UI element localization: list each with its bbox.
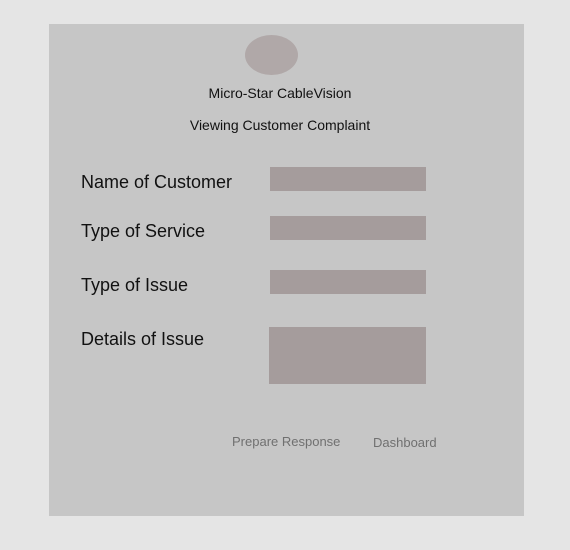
page-title: Viewing Customer Complaint xyxy=(189,117,371,133)
prepare-response-button[interactable]: Prepare Response xyxy=(232,434,340,449)
dashboard-button[interactable]: Dashboard xyxy=(373,435,437,450)
type-of-service-field[interactable] xyxy=(270,216,426,240)
type-of-issue-field[interactable] xyxy=(270,270,426,294)
type-of-issue-label: Type of Issue xyxy=(81,275,189,295)
type-of-service-label: Type of Service xyxy=(81,221,206,241)
name-of-customer-field[interactable] xyxy=(270,167,426,191)
company-logo xyxy=(245,35,298,75)
name-of-customer-label: Name of Customer xyxy=(81,172,233,192)
details-of-issue-label: Details of Issue xyxy=(81,329,205,349)
company-name: Micro-Star CableVision xyxy=(208,85,352,101)
details-of-issue-field[interactable] xyxy=(269,327,426,384)
complaint-panel: Micro-Star CableVision Viewing Customer … xyxy=(49,24,524,516)
